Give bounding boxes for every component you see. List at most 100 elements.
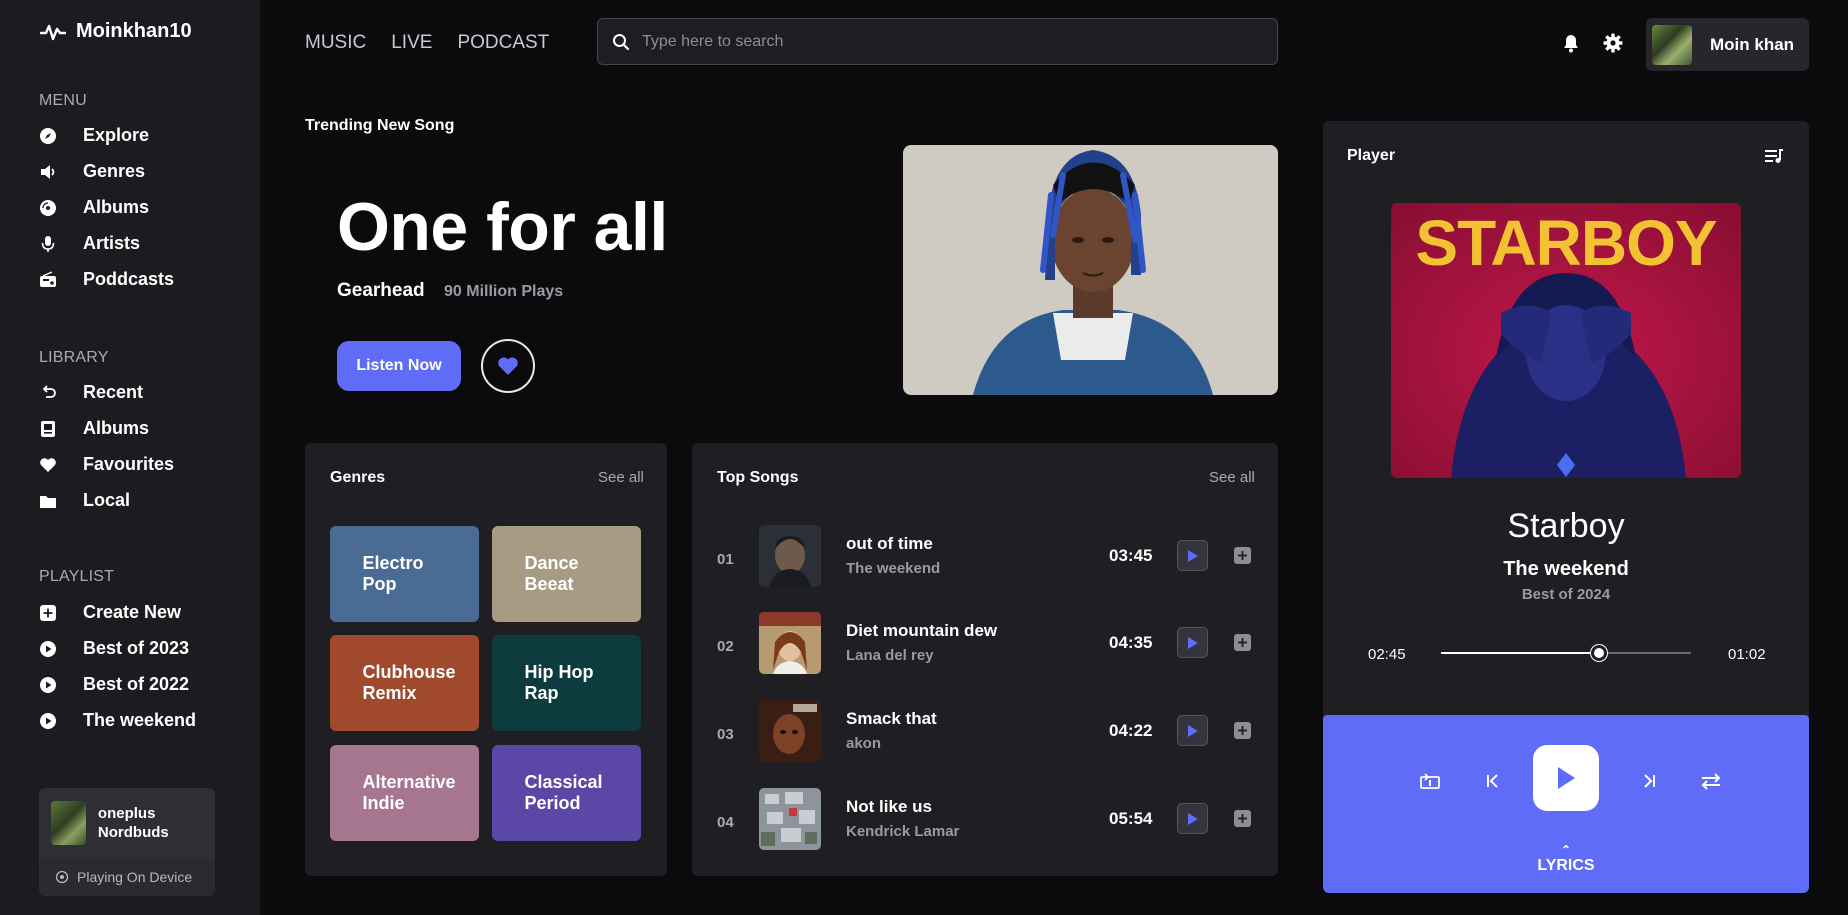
song-play-button[interactable] (1177, 715, 1208, 746)
sidebar-item-artists[interactable]: Artists (39, 233, 140, 254)
song-duration: 04:22 (1109, 721, 1153, 740)
user-profile-button[interactable]: Moin khan (1646, 18, 1809, 71)
sidebar-item-recent[interactable]: Recent (39, 382, 143, 403)
song-row[interactable]: 04 Not like us Kendrick Lamar 05:54 (717, 788, 1257, 850)
top-songs-see-all-link[interactable]: See all (1209, 469, 1255, 486)
remaining-time: 01:02 (1728, 646, 1766, 663)
brand[interactable]: Moinkhan10 (40, 20, 192, 43)
sidebar-item-label: The weekend (83, 710, 197, 730)
song-number: 01 (717, 551, 734, 568)
search-bar (597, 18, 1278, 65)
lyrics-toggle[interactable]: ⌃ LYRICS (1323, 844, 1809, 875)
add-to-playlist-button[interactable] (1234, 634, 1251, 651)
add-to-playlist-button[interactable] (1234, 547, 1251, 564)
genre-tile[interactable]: Electro Pop (330, 526, 479, 622)
song-play-button[interactable] (1177, 540, 1208, 571)
previous-button[interactable] (1481, 769, 1505, 793)
avatar (1652, 24, 1692, 65)
song-row[interactable]: 02 Diet mountain dew Lana del rey 04:35 (717, 612, 1257, 674)
song-cover (759, 612, 821, 674)
sidebar-item-local[interactable]: Local (39, 490, 130, 511)
player-controls: ⌃ LYRICS (1323, 715, 1809, 893)
plus-square-icon (39, 604, 57, 622)
broadcast-icon (55, 870, 69, 884)
add-to-playlist-button[interactable] (1234, 810, 1251, 827)
progress-handle[interactable] (1590, 645, 1607, 661)
sidebar-item-create-new[interactable]: Create New (39, 602, 181, 623)
gear-icon[interactable] (1603, 33, 1623, 53)
song-play-button[interactable] (1177, 627, 1208, 658)
play-circle-icon (39, 640, 57, 658)
sidebar-item-label: Create New (83, 602, 182, 622)
song-row[interactable]: 03 Smack that akon 04:22 (717, 700, 1257, 762)
genre-tile[interactable]: Clubhouse Remix (330, 635, 479, 731)
repeat-button[interactable] (1418, 769, 1442, 793)
genre-tile[interactable]: Dance Beeat (492, 526, 641, 622)
sidebar-item-genres[interactable]: Genres (39, 161, 145, 182)
next-button[interactable] (1637, 769, 1661, 793)
song-cover (759, 525, 821, 587)
song-title: Diet mountain dew (846, 621, 998, 640)
sidebar-item-best-2022[interactable]: Best of 2022 (39, 674, 189, 695)
undo-icon (39, 384, 57, 402)
listen-now-button[interactable]: Listen Now (337, 341, 461, 391)
song-cover (759, 700, 821, 762)
song-artist: Kendrick Lamar (846, 823, 960, 840)
radio-icon (39, 270, 57, 289)
sidebar-item-the-weekend[interactable]: The weekend (39, 710, 196, 731)
song-artist: akon (846, 735, 882, 752)
progress-slider[interactable] (1441, 645, 1691, 661)
tab-music[interactable]: MUSIC (305, 32, 366, 54)
tab-live[interactable]: LIVE (391, 32, 432, 54)
plus-icon (1238, 551, 1247, 560)
sidebar-item-label: Recent (83, 382, 144, 402)
repeat-icon (1420, 773, 1440, 789)
song-cover (759, 788, 821, 850)
hero-plays: 90 Million Plays (444, 283, 564, 300)
play-pause-button[interactable] (1533, 745, 1599, 811)
device-status: Playing On Device (39, 858, 215, 896)
sidebar-item-explore[interactable]: Explore (39, 125, 149, 146)
sidebar-item-library-albums[interactable]: Albums (39, 418, 149, 439)
hero-artist-image (903, 145, 1278, 395)
shuffle-button[interactable] (1699, 769, 1723, 793)
speaker-icon (39, 163, 57, 181)
hero-artist[interactable]: Gearhead (337, 280, 425, 302)
search-input[interactable] (642, 32, 1242, 51)
genre-tile[interactable]: Hip Hop Rap (492, 635, 641, 731)
song-artist: Lana del rey (846, 647, 934, 664)
queue-icon[interactable] (1764, 148, 1784, 169)
sidebar-item-best-2023[interactable]: Best of 2023 (39, 638, 189, 659)
song-number: 04 (717, 814, 734, 831)
genres-see-all-link[interactable]: See all (598, 469, 644, 486)
play-icon (1187, 549, 1198, 562)
song-duration: 03:45 (1109, 546, 1153, 565)
sidebar-item-albums[interactable]: Albums (39, 197, 149, 218)
device-thumbnail (51, 801, 86, 845)
song-duration: 05:54 (1109, 809, 1153, 828)
song-number: 03 (717, 726, 734, 743)
song-play-button[interactable] (1177, 803, 1208, 834)
song-title: out of time (846, 534, 933, 553)
elapsed-time: 02:45 (1368, 646, 1406, 663)
plus-icon (1238, 638, 1247, 647)
add-to-playlist-button[interactable] (1234, 722, 1251, 739)
sidebar-item-favourites[interactable]: Favourites (39, 454, 174, 475)
user-name: Moin khan (1710, 34, 1795, 54)
pulse-icon (40, 24, 66, 40)
album-icon (39, 420, 57, 438)
sidebar-item-poddcasts[interactable]: Poddcasts (39, 269, 174, 290)
sidebar-item-label: Poddcasts (83, 269, 175, 289)
now-playing-artist[interactable]: The weekend (1323, 558, 1809, 581)
song-title: Smack that (846, 709, 937, 728)
song-row[interactable]: 01 out of time The weekend 03:45 (717, 525, 1257, 587)
notification-bell-icon[interactable] (1561, 33, 1581, 53)
genre-tile[interactable]: Alternative Indie (330, 745, 479, 841)
tab-podcast[interactable]: PODCAST (457, 32, 549, 54)
skip-next-icon (1644, 774, 1655, 788)
device-card[interactable]: oneplus Nordbuds Playing On Device (39, 788, 215, 896)
sidebar-item-label: Albums (83, 418, 150, 438)
plus-icon (1238, 726, 1247, 735)
favourite-button[interactable] (481, 339, 535, 393)
genre-tile[interactable]: Classical Period (492, 745, 641, 841)
